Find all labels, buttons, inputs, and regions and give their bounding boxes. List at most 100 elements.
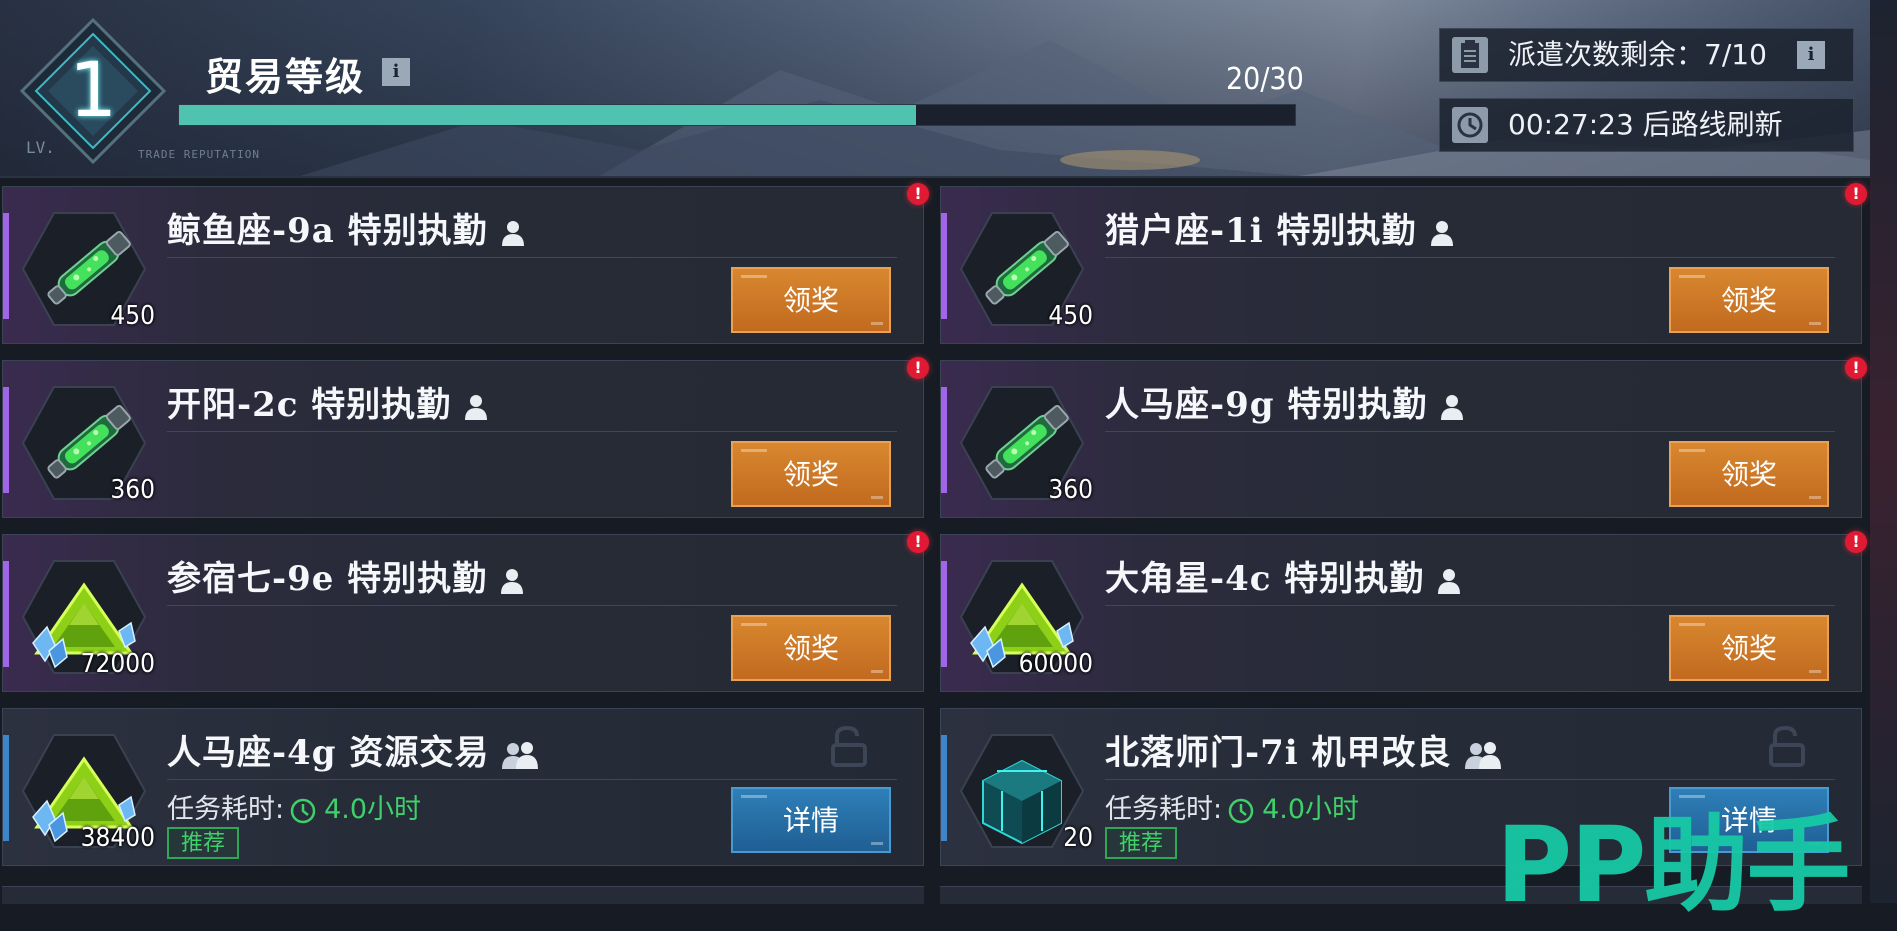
- mission-title-row: 大角星-4c 特别执勤: [1105, 551, 1462, 600]
- single-person-icon: [465, 395, 488, 420]
- dispatch-remaining-text: 派遣次数剩余：7/10: [1508, 38, 1767, 71]
- button-deco-right: [871, 842, 883, 845]
- trade-reputation-label: TRADE REPUTATION: [138, 148, 260, 161]
- level-number: 1: [68, 45, 118, 134]
- right-edge-strip: [1870, 0, 1897, 903]
- claim-reward-button[interactable]: 领奖: [1669, 267, 1829, 333]
- xp-progress-bar: [178, 104, 1296, 126]
- xp-progress-fill: [179, 105, 916, 125]
- reward-alert-badge: !: [1845, 357, 1867, 379]
- title-divider: [1105, 257, 1835, 258]
- reward-quantity: 72000: [80, 649, 155, 679]
- single-person-icon: [501, 221, 524, 246]
- single-person-icon: [1441, 395, 1464, 420]
- mission-title: 鲸鱼座-9a 特别执勤: [167, 211, 488, 251]
- claim-reward-button[interactable]: 领奖: [1669, 441, 1829, 507]
- next-row-peek-left: [2, 886, 924, 904]
- mission-accent-bar: [3, 735, 9, 841]
- reward-alert-badge: !: [907, 531, 929, 553]
- reward-alert-badge: !: [1845, 183, 1867, 205]
- duration-label: 任务耗时:: [167, 794, 285, 825]
- reward-alert-badge: !: [907, 357, 929, 379]
- button-deco-right: [871, 496, 883, 499]
- group-people-icon: [1464, 742, 1501, 769]
- title-divider: [1105, 431, 1835, 432]
- mission-accent-bar: [3, 561, 9, 667]
- claim-reward-button[interactable]: 领奖: [1669, 615, 1829, 681]
- reward-alert-badge: !: [1845, 531, 1867, 553]
- mission-duration: 任务耗时: 4.0小时: [167, 787, 421, 826]
- claim-button-label: 领奖: [1720, 458, 1777, 491]
- title-divider: [167, 257, 897, 258]
- details-button[interactable]: 详情: [731, 787, 891, 853]
- mission-title-row: 北落师门-7i 机甲改良: [1105, 725, 1504, 774]
- reward-quantity: 450: [1048, 301, 1093, 331]
- mission-duration: 任务耗时: 4.0小时: [1105, 787, 1359, 826]
- mission-title-row: 参宿七-9e 特别执勤: [167, 551, 525, 600]
- mission-title-row: 人马座-4g 资源交易: [167, 725, 541, 774]
- clipboard-icon: [1452, 37, 1488, 73]
- single-person-icon: [1438, 569, 1461, 594]
- recommended-tag: 推荐: [1105, 827, 1178, 859]
- claim-button-label: 领奖: [1720, 632, 1777, 665]
- mission-card[interactable]: 360 人马座-9g 特别执勤! 领奖: [940, 357, 1867, 518]
- button-deco-left: [1679, 275, 1705, 278]
- mission-title-row: 开阳-2c 特别执勤: [167, 377, 489, 426]
- mission-title: 开阳-2c 特别执勤: [167, 385, 452, 425]
- trade-level-title: 贸易等级: [205, 54, 366, 99]
- claim-button-label: 领奖: [782, 632, 839, 665]
- mission-card[interactable]: 60000 大角星-4c 特别执勤! 领奖: [940, 531, 1867, 692]
- dispatch-remaining-box: 派遣次数剩余：7/10 i: [1439, 28, 1854, 82]
- button-deco-right: [871, 670, 883, 673]
- title-divider: [167, 605, 897, 606]
- recommended-tag: 推荐: [167, 827, 240, 859]
- claim-reward-button[interactable]: 领奖: [731, 267, 891, 333]
- mission-accent-bar: [941, 735, 947, 841]
- group-people-icon: [502, 742, 539, 769]
- mission-accent-bar: [3, 387, 9, 493]
- unlocked-padlock-icon: [831, 725, 867, 767]
- claim-button-label: 领奖: [1720, 284, 1777, 317]
- level-tag: LV.: [26, 138, 55, 157]
- mission-card[interactable]: 72000 参宿七-9e 特别执勤! 领奖: [2, 531, 929, 692]
- button-deco-right: [1809, 496, 1821, 499]
- claim-reward-button[interactable]: 领奖: [731, 615, 891, 681]
- mission-title-row: 猎户座-1i 特别执勤: [1105, 203, 1455, 252]
- claim-reward-button[interactable]: 领奖: [731, 441, 891, 507]
- trade-level-header: 1 LV. TRADE REPUTATION 贸易等级 i 20/30 派遣次数…: [0, 0, 1870, 178]
- duration-value: 4.0小时: [1262, 794, 1360, 825]
- duration-clock-icon: [290, 798, 316, 823]
- mission-accent-bar: [941, 387, 947, 493]
- mission-title: 猎户座-1i 特别执勤: [1105, 211, 1417, 251]
- single-person-icon: [501, 569, 524, 594]
- duration-clock-icon: [1228, 798, 1254, 823]
- mission-title: 人马座-9g 特别执勤: [1105, 385, 1428, 425]
- mission-card[interactable]: 38400 人马座-4g 资源交易 任务耗时: 4.0小时 推荐 详情: [2, 708, 924, 866]
- mission-card[interactable]: 450 猎户座-1i 特别执勤! 领奖: [940, 183, 1867, 344]
- button-deco-left: [1679, 449, 1705, 452]
- button-deco-left: [741, 449, 767, 452]
- trade-level-info-icon[interactable]: i: [382, 58, 410, 86]
- duration-value: 4.0小时: [324, 794, 422, 825]
- mission-title: 参宿七-9e 特别执勤: [167, 559, 488, 599]
- dispatch-info-icon[interactable]: i: [1797, 41, 1825, 69]
- unlocked-padlock-icon: [1769, 725, 1805, 767]
- title-divider: [1105, 605, 1835, 606]
- mission-accent-bar: [941, 561, 947, 667]
- reward-quantity: 60000: [1018, 649, 1093, 679]
- title-divider: [167, 779, 897, 780]
- button-deco-left: [741, 623, 767, 626]
- xp-progress-text: 20/30: [1226, 62, 1304, 97]
- single-person-icon: [1430, 221, 1453, 246]
- route-refresh-box: 00:27:23 后路线刷新: [1439, 98, 1854, 152]
- title-divider: [167, 431, 897, 432]
- details-button-label: 详情: [782, 804, 839, 837]
- button-deco-left: [741, 275, 767, 278]
- mission-card[interactable]: 450 鲸鱼座-9a 特别执勤! 领奖: [2, 183, 929, 344]
- button-deco-left: [1679, 623, 1705, 626]
- reward-quantity: 450: [110, 301, 155, 331]
- pp-assistant-watermark: PP助手: [1496, 804, 1850, 926]
- mission-title: 人马座-4g 资源交易: [167, 733, 490, 773]
- duration-label: 任务耗时:: [1105, 794, 1223, 825]
- mission-card[interactable]: 360 开阳-2c 特别执勤! 领奖: [2, 357, 929, 518]
